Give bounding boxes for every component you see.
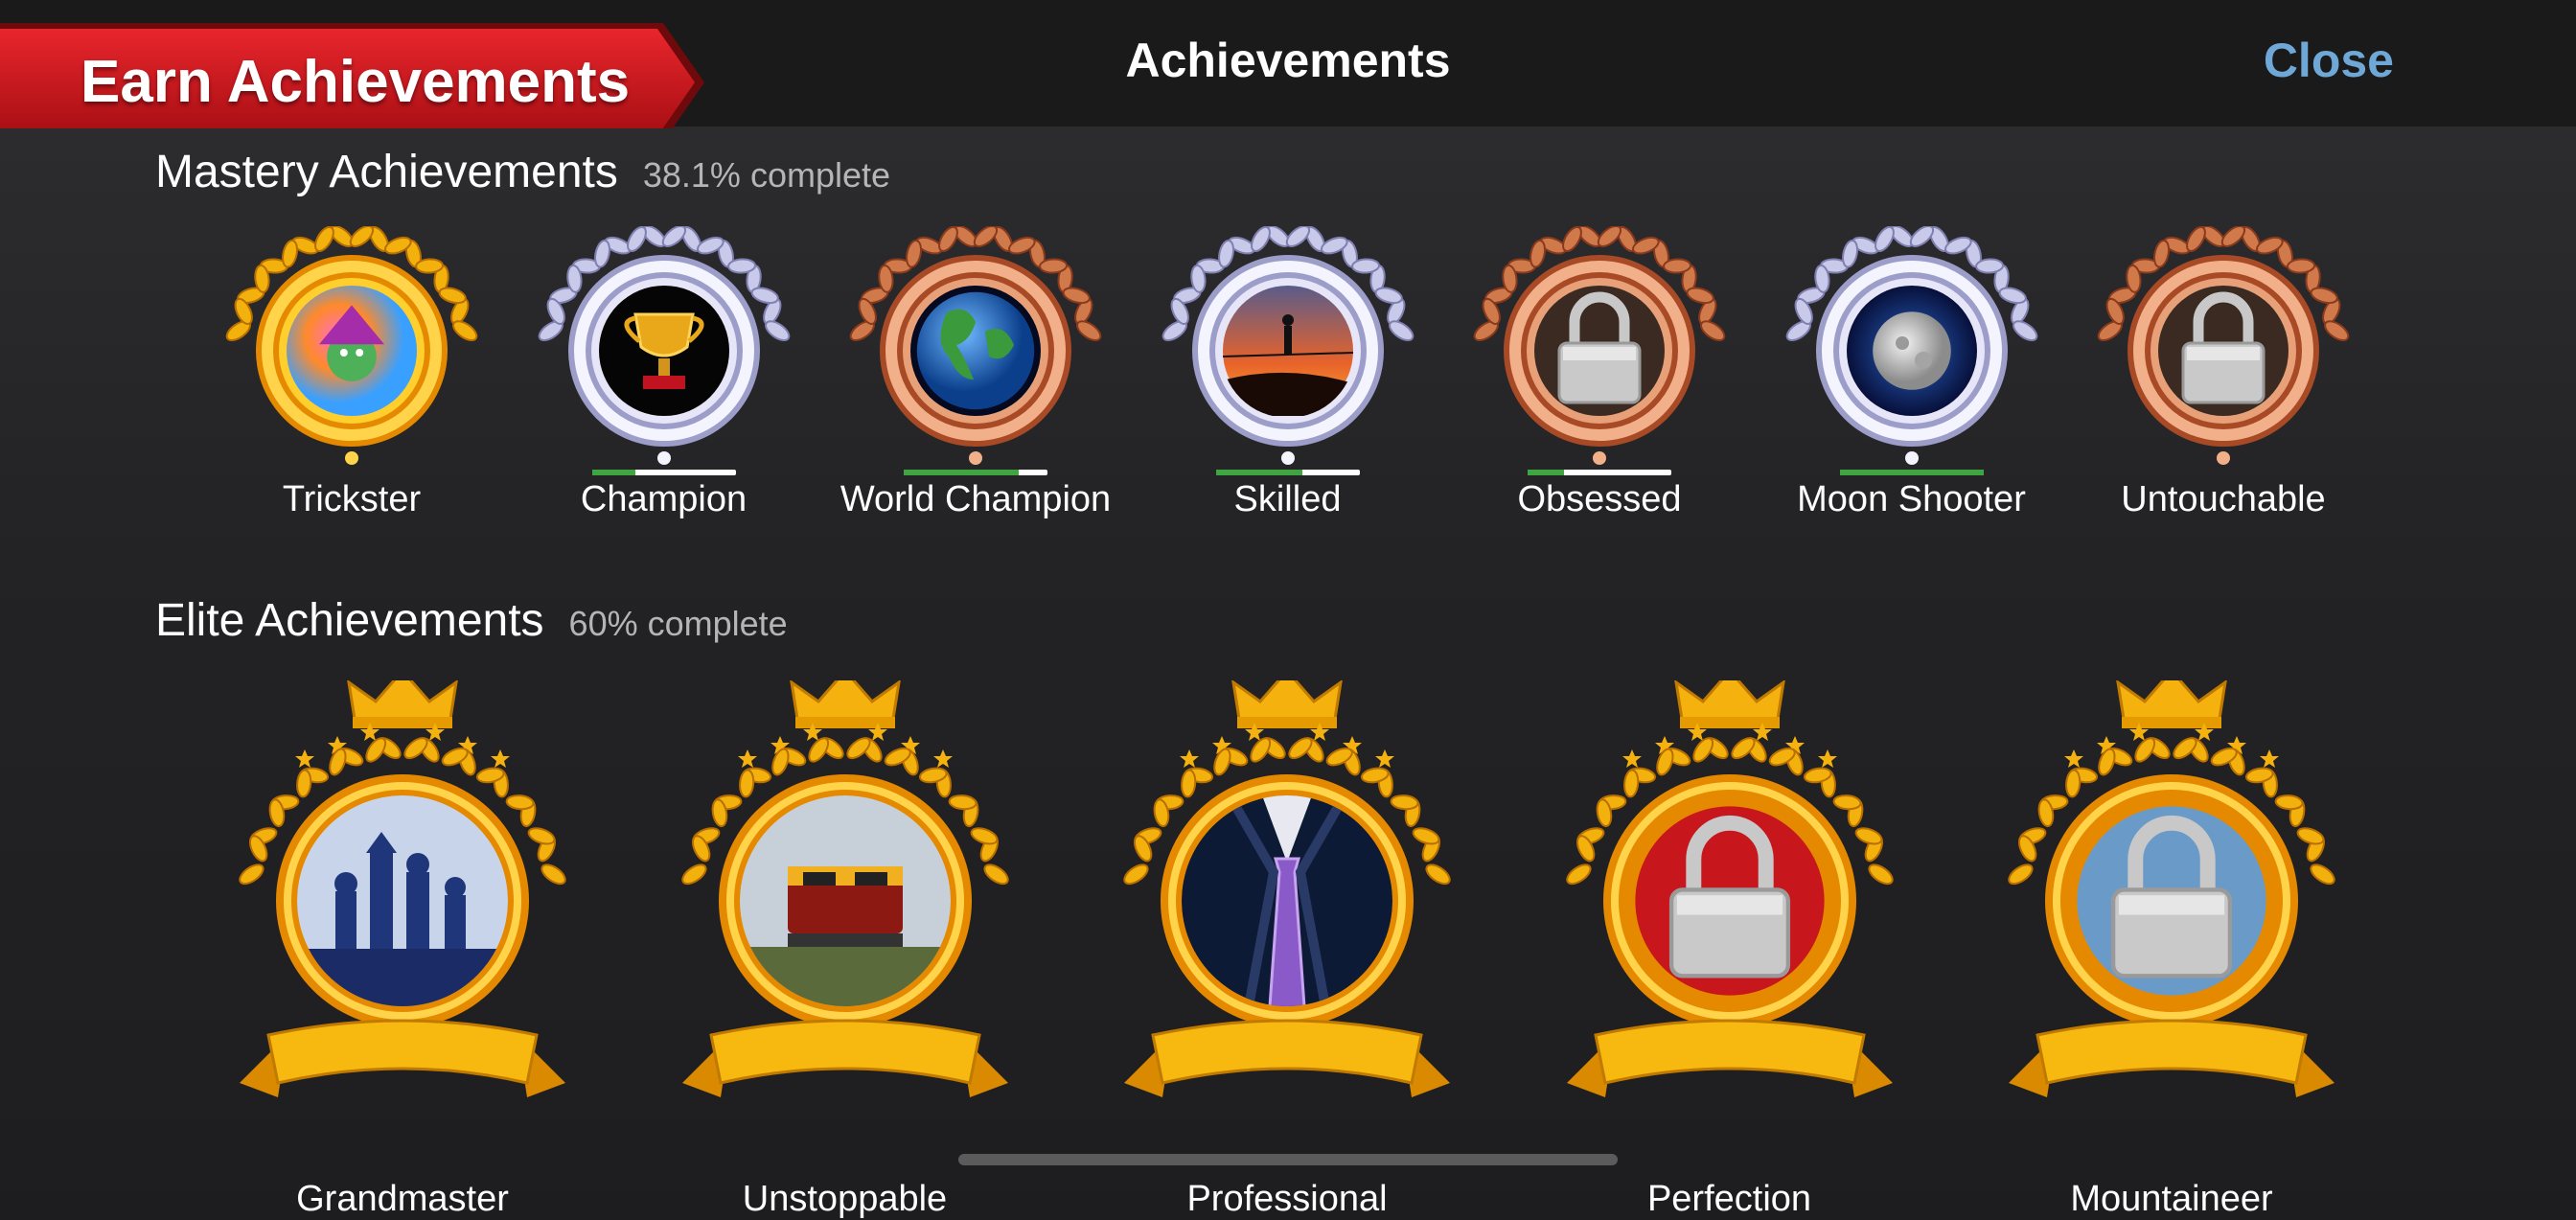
elite-section-header: Elite Achievements 60% complete — [155, 594, 788, 647]
achievement-label: Mountaineer — [2070, 1179, 2273, 1219]
lock-icon — [1534, 286, 1665, 416]
crown-icon — [2064, 680, 2279, 768]
achievement-badge-obsessed[interactable]: Obsessed — [1456, 226, 1743, 542]
globe-icon — [910, 286, 1041, 416]
moon-icon — [1846, 286, 1977, 416]
achievement-badge-untouchable[interactable]: Untouchable — [2080, 226, 2367, 542]
achievement-badge-skilled[interactable]: Skilled — [1144, 226, 1432, 542]
banner-ribbon — [1124, 1019, 1450, 1097]
lock-icon — [2077, 806, 2266, 996]
lock-icon — [2158, 286, 2288, 416]
progress-fill — [591, 470, 635, 475]
banner-ribbon — [681, 1019, 1008, 1097]
elite-badge-professional[interactable]: Professional — [1095, 680, 1479, 1219]
crown-icon — [737, 680, 953, 768]
progress-fill — [1215, 470, 1302, 475]
crown-icon — [1180, 680, 1394, 768]
close-button[interactable]: Close — [2264, 33, 2394, 88]
achievement-badge-champion[interactable]: Champion — [520, 226, 808, 542]
achievement-badge-moon-shooter[interactable]: Moon Shooter — [1768, 226, 2056, 542]
crown-icon — [1622, 680, 1837, 768]
section-progress: 60% complete — [568, 604, 788, 643]
progress-bar — [1839, 470, 1984, 475]
achievement-label: Unstoppable — [742, 1179, 948, 1219]
lock-icon — [1634, 806, 1825, 996]
progress-bar — [904, 470, 1047, 475]
home-indicator — [958, 1154, 1618, 1165]
progress-fill — [1839, 470, 1984, 475]
achievement-label: Grandmaster — [296, 1179, 509, 1219]
jester-icon — [287, 286, 417, 416]
progress-bar — [591, 470, 736, 475]
navigation-bar: Earn Achievements Achievements Close — [0, 0, 2576, 142]
progress-fill — [1528, 470, 1564, 475]
achievement-badge-world-champion[interactable]: World Champion — [832, 226, 1119, 542]
achievement-badge-trickster[interactable]: Trickster — [208, 226, 495, 542]
achievement-label: Professional — [1186, 1179, 1388, 1219]
crown-icon — [295, 680, 510, 768]
trophy-icon — [598, 286, 729, 416]
achievement-label: Perfection — [1646, 1179, 1812, 1219]
progress-fill — [904, 470, 1019, 475]
elite-badge-perfection[interactable]: Perfection — [1538, 680, 1921, 1219]
elite-badge-grandmaster[interactable]: Grandmaster — [211, 680, 594, 1219]
progress-bar — [1215, 470, 1360, 475]
section-title: Mastery Achievements — [155, 147, 618, 197]
elite-badge-mountaineer[interactable]: Mountaineer — [1980, 680, 2363, 1219]
section-title: Elite Achievements — [155, 595, 544, 646]
banner-ribbon — [240, 1019, 565, 1097]
page-title: Achievements — [1125, 34, 1451, 87]
progress-bar — [1528, 470, 1671, 475]
banner-ribbon — [2009, 1019, 2334, 1097]
tightrope-icon — [1222, 286, 1353, 416]
achievement-label: Untouchable — [2121, 479, 2326, 519]
elite-badge-unstoppable[interactable]: Unstoppable — [654, 680, 1037, 1219]
banner-ribbon — [1566, 1019, 1893, 1097]
mastery-section-header: Mastery Achievements 38.1% complete — [155, 146, 890, 198]
achievements-scroll-view[interactable]: Mastery Achievements 38.1% complete Trick… — [0, 128, 2576, 1219]
section-progress: 38.1% complete — [642, 155, 891, 195]
